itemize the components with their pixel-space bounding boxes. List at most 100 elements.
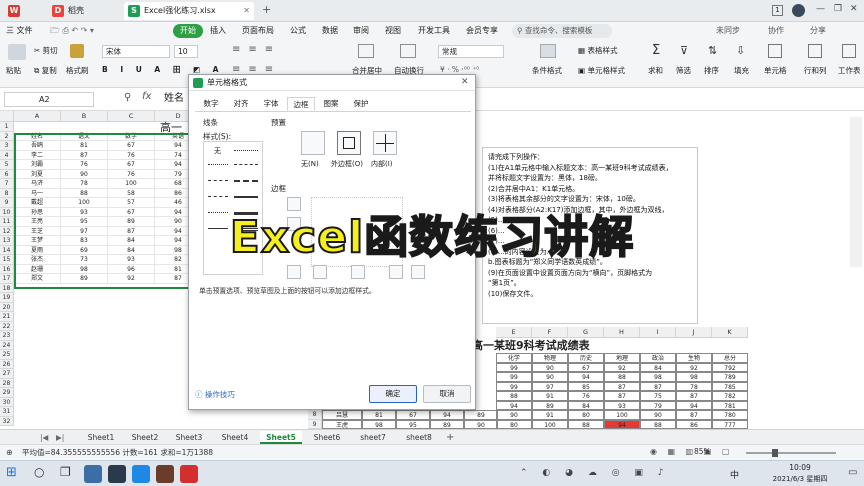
table-cell[interactable]: 张杰 xyxy=(14,255,61,265)
row-header[interactable]: 9 xyxy=(0,198,14,208)
preview-cell[interactable]: 76 xyxy=(568,391,604,401)
table-cell[interactable]: 郑文 xyxy=(14,274,61,284)
add-sheet-button[interactable]: + xyxy=(446,431,454,444)
font-select[interactable]: 宋体 xyxy=(102,45,170,58)
table-cell[interactable]: 刘霸 xyxy=(14,160,61,170)
paste-button-label[interactable]: 粘贴 xyxy=(6,65,21,76)
menu-item-formula[interactable]: 公式 xyxy=(290,22,306,40)
row-header[interactable]: 12 xyxy=(0,226,14,236)
cell-label[interactable]: 单元格 xyxy=(764,65,787,76)
preview-cell[interactable]: 84 xyxy=(568,400,604,410)
preview-column-header[interactable]: I xyxy=(640,327,676,338)
row-header[interactable]: 8 xyxy=(0,188,14,198)
row-header[interactable]: 3 xyxy=(0,141,14,151)
menu-item-insert[interactable]: 插入 xyxy=(210,22,226,40)
preview-cell[interactable]: 98 xyxy=(640,372,676,382)
clock-time[interactable]: 10:09 xyxy=(770,463,830,472)
preview-column-header[interactable]: F xyxy=(532,327,568,338)
table-cell[interactable]: 马一 xyxy=(14,188,61,198)
row-header[interactable]: 19 xyxy=(0,293,14,303)
close-window-icon[interactable]: ✕ xyxy=(850,4,858,14)
preview-cell[interactable]: 92 xyxy=(676,362,712,372)
preview-cell[interactable]: 90 xyxy=(532,362,568,372)
preview-cell[interactable]: 90 xyxy=(532,372,568,382)
preset-none-label[interactable]: 无(N) xyxy=(301,159,319,169)
row-header[interactable]: 21 xyxy=(0,312,14,322)
vertical-scrollbar[interactable] xyxy=(850,117,862,267)
row-header[interactable]: 26 xyxy=(0,359,14,369)
merge-icon[interactable] xyxy=(358,44,374,58)
row-header[interactable]: 2 xyxy=(0,131,14,141)
paste-icon[interactable] xyxy=(8,44,26,60)
table-cell[interactable]: 李二 xyxy=(14,150,61,160)
row-header[interactable]: 4 xyxy=(0,150,14,160)
wrap-text-icon[interactable] xyxy=(400,44,416,58)
align-top-icons[interactable]: ≡≡≡ xyxy=(232,44,281,55)
table-cell[interactable]: 73 xyxy=(61,255,108,265)
menu-item-home[interactable]: 开始 xyxy=(173,24,203,38)
preview-cell[interactable]: 99 xyxy=(496,381,532,391)
preview-cell[interactable]: 88 xyxy=(496,391,532,401)
preset-none-icon[interactable] xyxy=(301,131,325,155)
name-box[interactable]: A2 xyxy=(4,92,94,107)
preview-cell[interactable]: 94 xyxy=(604,419,640,429)
menu-item-view[interactable]: 视图 xyxy=(385,22,401,40)
preview-cell[interactable]: 80 xyxy=(568,410,604,420)
task-view-icon[interactable]: ❐ xyxy=(60,465,71,479)
zoom-slider[interactable] xyxy=(746,449,836,457)
preview-cell[interactable]: 89 xyxy=(464,410,498,420)
table-cell[interactable]: 吾鸥 xyxy=(14,141,61,151)
preview-cell[interactable]: 792 xyxy=(712,362,748,372)
sheet-tab[interactable]: Sheet6 xyxy=(306,431,348,444)
row-header[interactable]: 15 xyxy=(0,255,14,265)
quick-access-icons[interactable]: 🗁 ⎙ ↶ ↷ ▾ xyxy=(50,25,94,39)
cancel-button[interactable]: 取消 xyxy=(423,385,471,403)
collaborate-button[interactable]: 协作 xyxy=(768,22,784,40)
sum-label[interactable]: 求和 xyxy=(648,65,663,76)
dialog-close-icon[interactable]: ✕ xyxy=(461,77,469,87)
table-cell[interactable]: 84 xyxy=(108,245,155,255)
app-icon[interactable] xyxy=(108,465,126,483)
dialog-tab[interactable]: 边框 xyxy=(287,97,315,111)
dialog-titlebar[interactable]: 单元格格式 ✕ xyxy=(189,75,475,91)
row-header[interactable]: 28 xyxy=(0,378,14,388)
dialog-tab[interactable]: 数字 xyxy=(197,97,225,111)
preview-cell[interactable]: 87 xyxy=(676,391,712,401)
explorer-icon[interactable] xyxy=(84,465,102,483)
line-style-none[interactable]: 无 xyxy=(214,146,221,156)
row-col-icon[interactable] xyxy=(808,44,822,58)
border-center-button[interactable] xyxy=(351,265,365,279)
preview-cell[interactable]: 94 xyxy=(568,372,604,382)
preview-cell[interactable]: 92 xyxy=(604,362,640,372)
conditional-format-label[interactable]: 条件格式 xyxy=(532,65,562,76)
dialog-tab[interactable]: 字体 xyxy=(257,97,285,111)
preview-column-header[interactable]: E xyxy=(496,327,532,338)
preview-cell[interactable]: 88 xyxy=(604,372,640,382)
preview-header-cell[interactable]: 生物 xyxy=(676,353,712,363)
preview-column-header[interactable]: H xyxy=(604,327,640,338)
border-right-button[interactable] xyxy=(389,265,403,279)
preview-header-cell[interactable]: 政治 xyxy=(640,353,676,363)
cell-icon[interactable] xyxy=(768,44,782,58)
table-cell[interactable]: 96 xyxy=(108,264,155,274)
cell-style-button[interactable]: ▣ 单元格样式 xyxy=(578,65,625,76)
row-header[interactable]: 6 xyxy=(0,169,14,179)
fill-label[interactable]: 填充 xyxy=(734,65,749,76)
sheet-tab[interactable]: sheet7 xyxy=(352,431,394,444)
table-cell[interactable]: 戴超 xyxy=(14,198,61,208)
menu-item-page-layout[interactable]: 页面布局 xyxy=(242,22,274,40)
table-cell[interactable]: 67 xyxy=(108,141,155,151)
preview-cell[interactable]: 75 xyxy=(640,391,676,401)
row-header[interactable]: 13 xyxy=(0,236,14,246)
next-sheet-icon[interactable]: ▶| xyxy=(56,431,64,444)
table-cell[interactable]: 93 xyxy=(61,207,108,217)
preview-cell[interactable]: 98 xyxy=(676,372,712,382)
user-app-icon[interactable] xyxy=(156,465,174,483)
preview-cell[interactable]: 80 xyxy=(496,419,532,429)
preview-cell[interactable]: 87 xyxy=(640,381,676,391)
font-size-select[interactable]: 10 xyxy=(174,45,198,58)
preview-column-header[interactable]: G xyxy=(568,327,604,338)
preview-cell[interactable]: 90 xyxy=(640,410,676,420)
table-cell[interactable]: 78 xyxy=(61,179,108,189)
format-painter-label[interactable]: 格式刷 xyxy=(66,65,89,76)
